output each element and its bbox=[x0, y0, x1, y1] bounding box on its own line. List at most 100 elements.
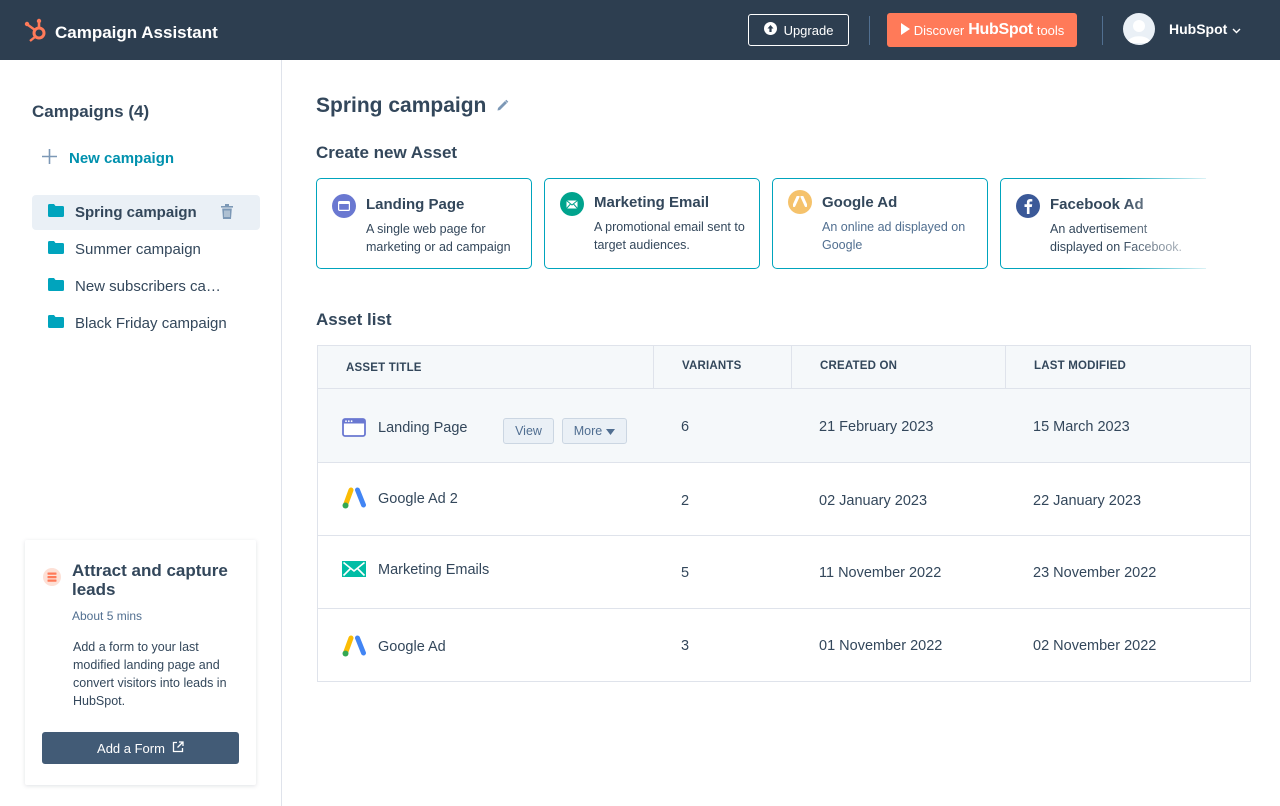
table-row[interactable]: Google Ad 2 2 02 January 2023 22 January… bbox=[318, 463, 1250, 536]
variants-count: 5 bbox=[681, 565, 690, 581]
column-header-asset-title[interactable]: ASSET TITLE bbox=[346, 362, 422, 374]
email-icon bbox=[560, 192, 584, 216]
created-date: 02 January 2023 bbox=[819, 493, 928, 509]
hubspot-wordmark: HubSpot bbox=[968, 21, 1033, 38]
new-campaign-label: New campaign bbox=[69, 150, 175, 167]
new-campaign-button[interactable]: New campaign bbox=[42, 149, 174, 168]
column-header-created-on[interactable]: CREATED ON bbox=[820, 360, 897, 372]
campaign-label: Spring campaign bbox=[75, 204, 197, 221]
divider bbox=[869, 16, 870, 45]
landing-page-icon bbox=[332, 194, 356, 218]
create-asset-heading: Create new Asset bbox=[316, 143, 458, 162]
email-icon bbox=[342, 561, 366, 582]
asset-card-description: A single web page for marketing or ad ca… bbox=[366, 222, 511, 254]
column-divider bbox=[1005, 346, 1006, 389]
view-button[interactable]: View bbox=[503, 418, 554, 444]
asset-card-title: Google Ad bbox=[822, 194, 898, 211]
table-row[interactable]: Marketing Emails 5 11 November 2022 23 N… bbox=[318, 536, 1250, 609]
landing-page-icon bbox=[342, 418, 366, 442]
asset-card-description: An advertisement displayed on Facebook. bbox=[1050, 222, 1183, 254]
modified-date: 15 March 2023 bbox=[1033, 419, 1130, 435]
asset-title[interactable]: Marketing Emails bbox=[378, 562, 489, 578]
upgrade-arrow-icon bbox=[763, 22, 777, 38]
campaign-item-new-subscribers[interactable]: New subscribers campaign bbox=[32, 269, 260, 304]
column-divider bbox=[653, 346, 654, 389]
chevron-down-icon bbox=[1232, 21, 1241, 37]
asset-card-facebook-ad[interactable]: Facebook Ad An advertisement displayed o… bbox=[1000, 178, 1206, 269]
asset-type-carousel: Landing Page A single web page for marke… bbox=[316, 178, 1206, 269]
asset-card-title: Facebook Ad bbox=[1050, 196, 1144, 213]
asset-card-description: A promotional email sent to target audie… bbox=[594, 220, 745, 252]
campaign-label: New subscribers campaign bbox=[75, 278, 227, 295]
asset-card-title: Landing Page bbox=[366, 196, 465, 213]
campaign-item-summer[interactable]: Summer campaign bbox=[32, 232, 260, 267]
created-date: 01 November 2022 bbox=[819, 638, 943, 654]
campaign-item-spring[interactable]: Spring campaign bbox=[32, 195, 260, 230]
created-date: 11 November 2022 bbox=[819, 565, 942, 581]
campaign-label: Black Friday campaign bbox=[75, 315, 227, 332]
external-link-icon bbox=[172, 740, 184, 756]
form-icon bbox=[43, 568, 61, 591]
asset-card-marketing-email[interactable]: Marketing Email A promotional email sent… bbox=[544, 178, 760, 269]
caret-down-icon bbox=[606, 424, 616, 438]
created-date: 21 February 2023 bbox=[819, 419, 934, 435]
more-dropdown-button[interactable]: More bbox=[562, 418, 627, 444]
asset-card-landing-page[interactable]: Landing Page A single web page for marke… bbox=[316, 178, 532, 269]
campaign-label: Summer campaign bbox=[75, 241, 201, 258]
view-label: View bbox=[515, 424, 542, 438]
asset-title[interactable]: Google Ad 2 bbox=[378, 491, 458, 507]
modified-date: 23 November 2022 bbox=[1033, 565, 1157, 581]
tip-title: Attract and capture leads bbox=[72, 561, 228, 599]
campaigns-title: Campaigns (4) bbox=[32, 102, 150, 121]
discover-prefix: Discover bbox=[913, 22, 965, 38]
divider bbox=[1102, 16, 1103, 45]
campaigns-sidebar: Campaigns (4) New campaign Spring campai… bbox=[0, 60, 282, 806]
asset-list-heading: Asset list bbox=[316, 310, 392, 329]
tip-description: Add a form to your last modified landing… bbox=[73, 640, 227, 708]
variants-count: 2 bbox=[681, 493, 690, 509]
folder-icon bbox=[48, 278, 64, 295]
brand[interactable]: Campaign Assistant bbox=[24, 17, 218, 48]
table-row[interactable]: Google Ad 3 01 November 2022 02 November… bbox=[318, 609, 1250, 682]
campaign-title: Spring campaign bbox=[316, 94, 487, 117]
table-header: ASSET TITLE VARIANTS CREATED ON LAST MOD… bbox=[318, 346, 1250, 389]
upgrade-button[interactable]: Upgrade bbox=[748, 14, 849, 46]
add-form-button[interactable]: Add a Form bbox=[42, 732, 239, 764]
column-header-variants[interactable]: VARIANTS bbox=[682, 360, 742, 372]
discover-hubspot-tools-button[interactable]: Discover HubSpot tools bbox=[887, 13, 1077, 47]
add-form-label: Add a Form bbox=[97, 740, 165, 756]
asset-card-title: Marketing Email bbox=[594, 194, 710, 211]
table-row[interactable]: Landing Page View More 6 21 February 202… bbox=[318, 389, 1250, 463]
delete-campaign-icon[interactable] bbox=[221, 204, 233, 223]
onboarding-tip-card: Attract and capture leads About 5 mins A… bbox=[25, 540, 256, 785]
campaign-item-black-friday[interactable]: Black Friday campaign bbox=[32, 306, 260, 341]
asset-title[interactable]: Google Ad bbox=[378, 639, 446, 655]
tip-duration: About 5 mins bbox=[72, 609, 143, 623]
folder-icon bbox=[48, 241, 64, 258]
facebook-icon bbox=[1016, 194, 1040, 218]
upgrade-label: Upgrade bbox=[783, 22, 834, 38]
edit-pencil-icon[interactable] bbox=[496, 94, 509, 118]
account-name: HubSpot bbox=[1169, 21, 1228, 37]
more-label: More bbox=[573, 424, 603, 438]
folder-icon bbox=[48, 315, 64, 332]
modified-date: 22 January 2023 bbox=[1033, 493, 1142, 509]
modified-date: 02 November 2022 bbox=[1033, 638, 1157, 654]
app-title: Campaign Assistant bbox=[55, 22, 218, 42]
asset-table: ASSET TITLE VARIANTS CREATED ON LAST MOD… bbox=[317, 345, 1251, 682]
google-ads-icon bbox=[342, 635, 367, 662]
discover-suffix: tools bbox=[1036, 22, 1065, 38]
google-ads-icon bbox=[788, 190, 812, 214]
column-divider bbox=[791, 346, 792, 389]
avatar[interactable] bbox=[1123, 13, 1155, 45]
account-menu[interactable]: HubSpot bbox=[1169, 21, 1241, 37]
asset-card-google-ad[interactable]: Google Ad An online ad displayed on Goog… bbox=[772, 178, 988, 269]
asset-title[interactable]: Landing Page bbox=[378, 420, 468, 436]
variants-count: 3 bbox=[681, 638, 690, 654]
folder-icon bbox=[48, 204, 64, 221]
page-title: Spring campaign bbox=[316, 94, 509, 118]
top-navigation-bar: Campaign Assistant Upgrade Discover HubS… bbox=[0, 0, 1280, 60]
hubspot-sprocket-icon bbox=[24, 17, 47, 48]
plus-icon bbox=[42, 149, 57, 168]
column-header-last-modified[interactable]: LAST MODIFIED bbox=[1034, 360, 1126, 372]
